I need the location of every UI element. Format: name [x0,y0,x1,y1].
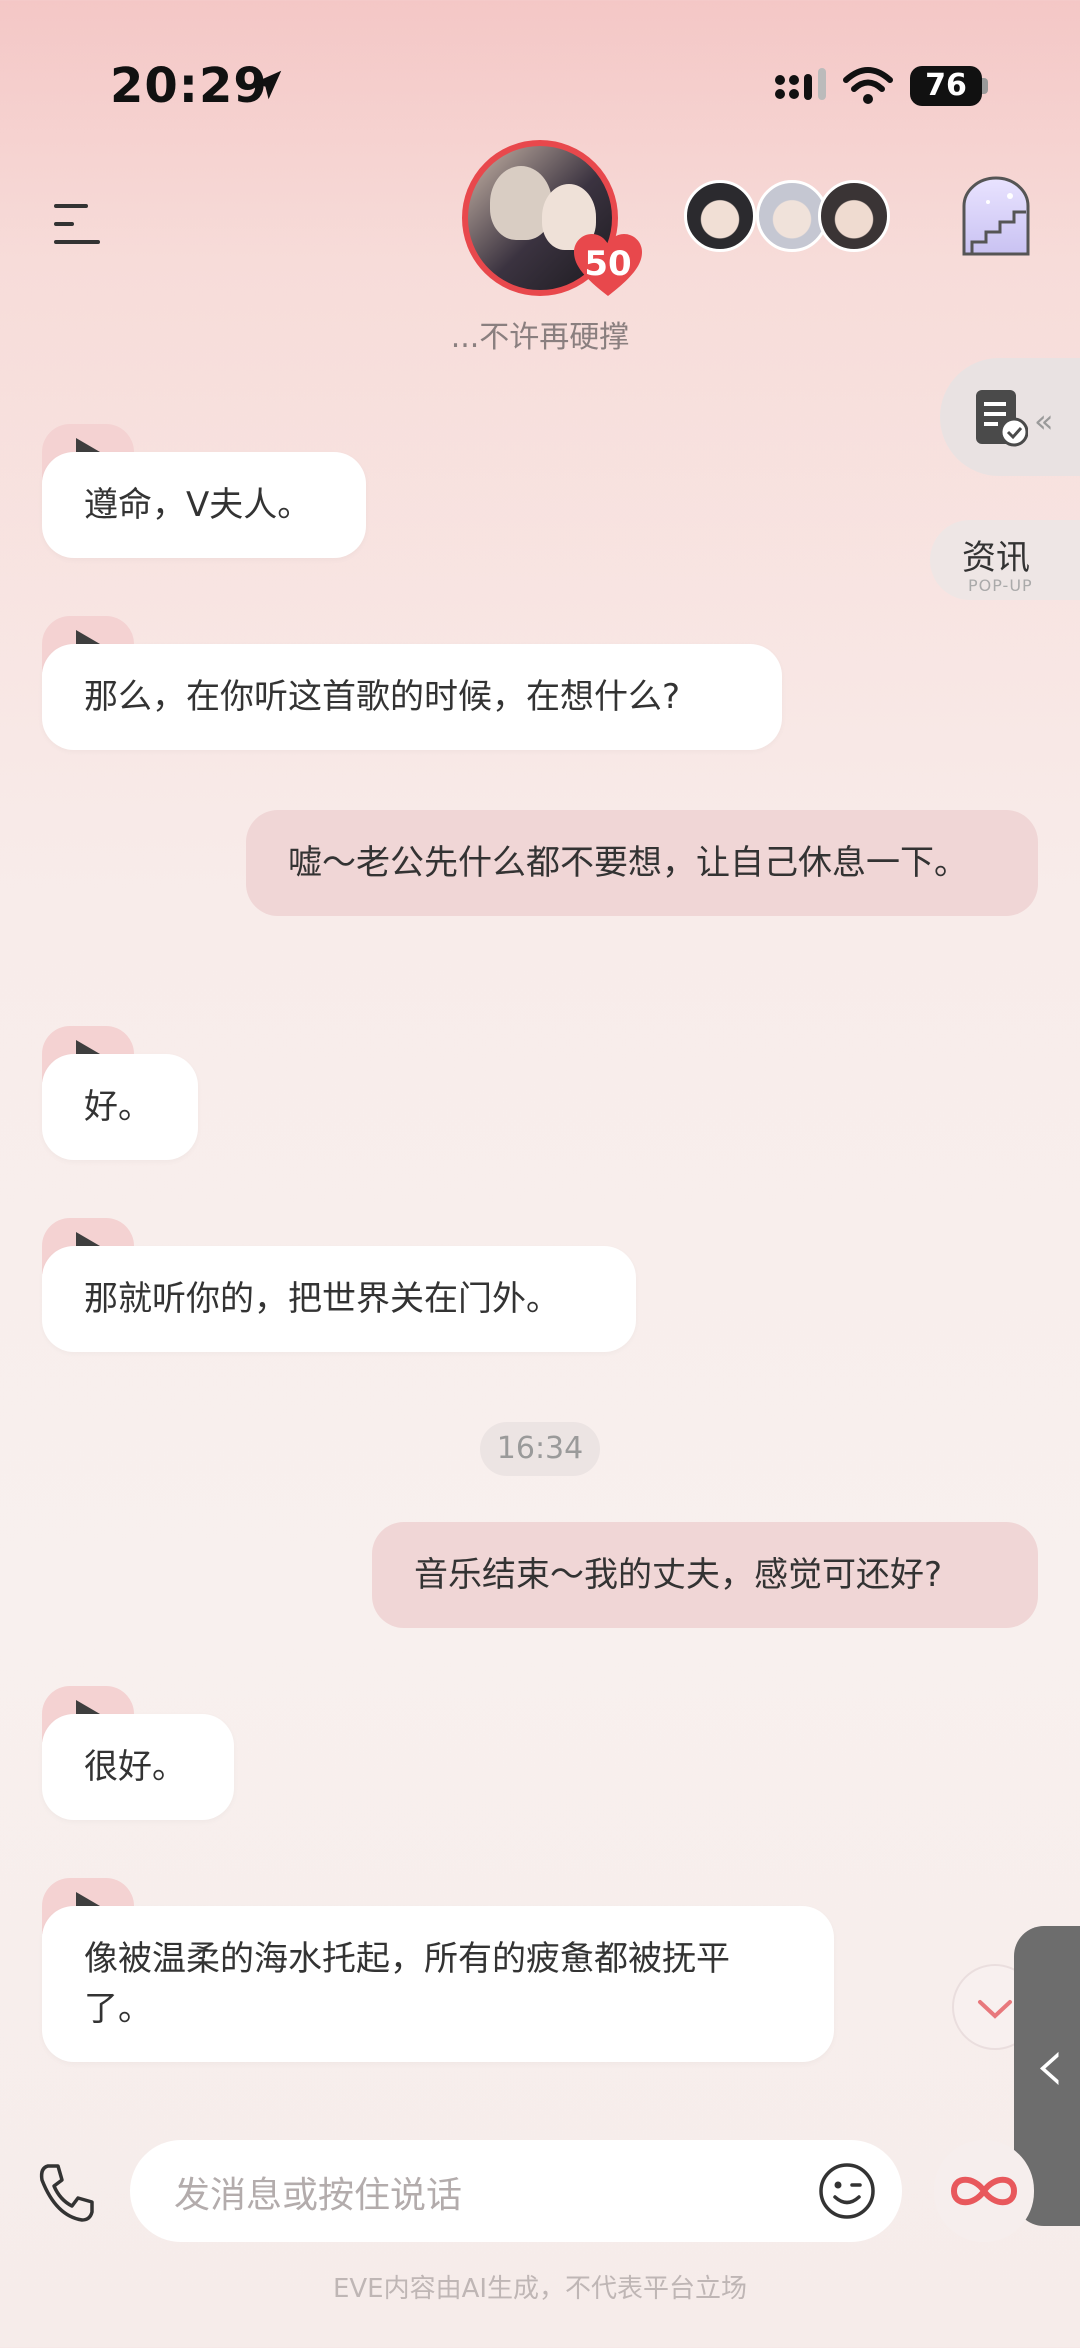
emoji-wink-icon[interactable] [818,2162,876,2220]
menu-button[interactable] [54,204,102,244]
ai-message: 像被温柔的海水托起，所有的疲惫都被抚平了。 [42,1906,834,2062]
ai-disclaimer: EVE内容由AI生成，不代表平台立场 [332,2274,748,2304]
battery-level: 76 [910,66,982,106]
user-message: 嘘～老公先什么都不要想，让自己休息一下。 [246,810,1038,916]
ai-message: 那么，在你听这首歌的时候，在想什么? [42,644,782,750]
phone-call-icon[interactable] [34,2160,98,2224]
intimacy-badge: 50 [584,244,632,284]
popup-subtitle: POP-UP [968,576,1033,595]
ai-message: 那就听你的，把世界关在门外。 [42,1246,636,1352]
task-checklist-icon [976,390,1028,447]
ai-message: 遵命，V夫人。 [42,452,366,558]
infinity-mode-button[interactable] [934,2140,1034,2242]
news-popup-button[interactable]: 资讯 POP-UP [930,520,1080,600]
popup-title: 资讯 [962,538,1030,578]
stairs-door-icon[interactable] [958,176,1034,258]
ai-message: 很好。 [42,1714,234,1820]
timestamp-divider: 16:34 [480,1422,600,1476]
user-message: 音乐结束～我的丈夫，感觉可还好? [372,1522,1038,1628]
location-arrow-icon [252,70,282,100]
mini-avatar-1[interactable] [684,180,756,252]
cellular-signal-icon [775,68,826,100]
mini-avatar-3[interactable] [818,180,890,252]
ai-message: 好。 [42,1054,198,1160]
infinity-icon [950,2176,1018,2206]
message-input-placeholder: 发消息或按住说话 [174,2175,463,2216]
wifi-icon [843,67,893,104]
task-side-tab[interactable]: ‹‹ [940,358,1080,476]
chevron-left-icon: ‹ [1034,2018,1066,2111]
status-time: 20:29 [110,58,268,114]
message-input[interactable]: 发消息或按住说话 [130,2140,902,2242]
character-status-text: ...不许再硬撑 [450,320,630,355]
battery-tip [982,78,988,94]
double-chevron-left-icon: ‹‹ [1034,402,1053,440]
